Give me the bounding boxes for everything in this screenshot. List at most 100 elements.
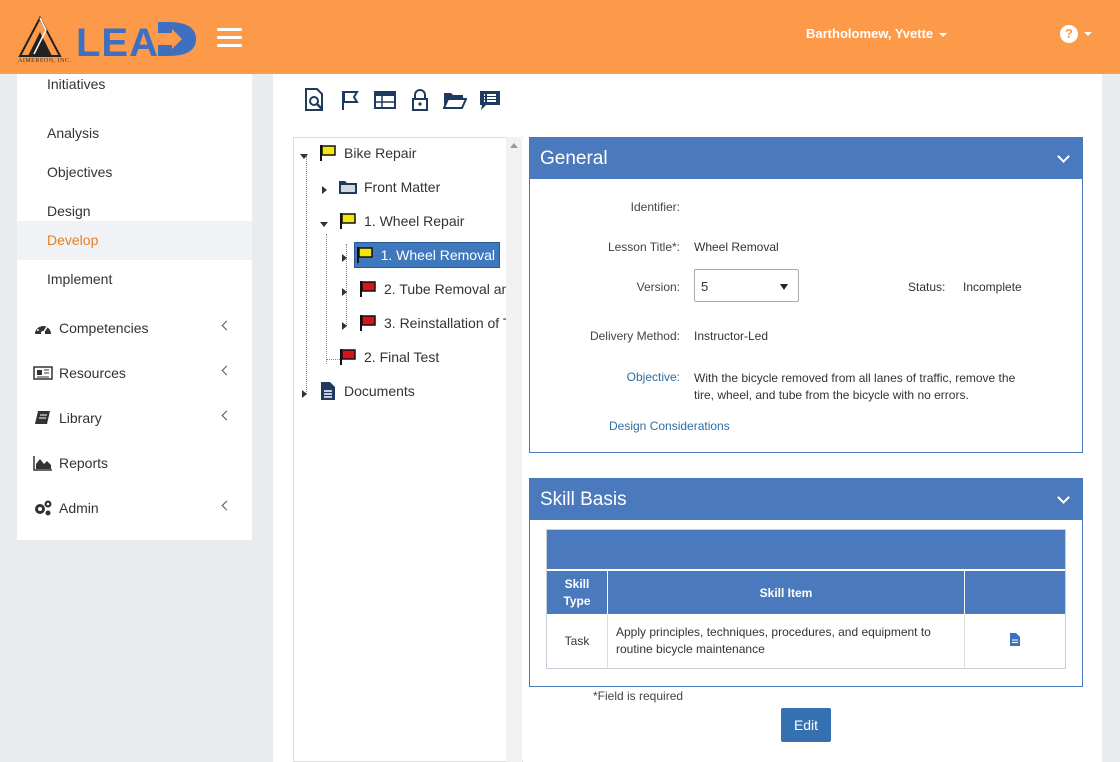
tree-node-bike-repair[interactable]: Bike Repair bbox=[318, 140, 416, 166]
tree-node-front-matter[interactable]: Front Matter bbox=[338, 174, 440, 200]
tree-expand-toggle[interactable] bbox=[322, 186, 327, 194]
sidebar-item-label: Library bbox=[59, 410, 102, 426]
sidebar-item-develop[interactable]: Develop bbox=[17, 221, 252, 260]
user-name: Bartholomew, Yvette bbox=[806, 26, 934, 41]
tree-node-wheel-removal[interactable]: 1. Wheel Removal bbox=[354, 242, 500, 268]
table-row[interactable]: Task Apply principles, techniques, proce… bbox=[547, 614, 1065, 668]
tree-expand-toggle[interactable] bbox=[302, 390, 307, 398]
sidebar-item-label: Design bbox=[47, 203, 91, 219]
tree-guide-line bbox=[326, 234, 327, 364]
document-icon bbox=[318, 381, 338, 401]
tree-expand-toggle[interactable] bbox=[342, 288, 347, 296]
hamburger-line bbox=[217, 36, 242, 39]
sidebar-item-library[interactable]: Library bbox=[17, 398, 252, 438]
user-menu[interactable]: Bartholomew, Yvette bbox=[806, 26, 948, 41]
help-menu[interactable]: ? bbox=[1060, 25, 1092, 43]
sidebar-item-label: Resources bbox=[59, 365, 126, 381]
edit-button[interactable]: Edit bbox=[781, 708, 831, 742]
cogs-icon bbox=[33, 499, 53, 517]
sidebar-item-reports[interactable]: Reports bbox=[17, 443, 252, 483]
chevron-down-icon[interactable] bbox=[1057, 150, 1070, 163]
tree-expand-toggle[interactable] bbox=[342, 254, 347, 262]
skill-item-text: routine bicycle maintenance bbox=[616, 642, 765, 656]
chevron-down-icon[interactable] bbox=[1057, 491, 1070, 504]
sidebar-item-admin[interactable]: Admin bbox=[17, 488, 252, 528]
tree-node-label: Front Matter bbox=[364, 179, 441, 195]
sidebar-item-implement[interactable]: Implement bbox=[17, 260, 252, 299]
course-tree: Bike Repair Front Matter 1. Wheel Repair… bbox=[293, 137, 523, 762]
sidebar-item-competencies[interactable]: Competencies bbox=[17, 308, 252, 348]
file-text-icon[interactable] bbox=[1010, 633, 1020, 649]
objective-value: With the bicycle removed from all lanes … bbox=[694, 370, 1015, 404]
menu-toggle-button[interactable] bbox=[217, 28, 242, 48]
version-select[interactable]: 5 bbox=[694, 269, 799, 302]
skill-item-text: Apply principles, techniques, procedures… bbox=[616, 625, 931, 639]
book-icon bbox=[33, 409, 53, 427]
folder-open-icon[interactable] bbox=[443, 88, 467, 112]
dropdown-arrow-icon bbox=[780, 284, 788, 290]
panel-title: Skill Basis bbox=[540, 489, 627, 510]
help-icon: ? bbox=[1060, 25, 1078, 43]
scroll-up-arrow-icon[interactable] bbox=[510, 143, 518, 148]
design-considerations-link[interactable]: Design Considerations bbox=[609, 419, 730, 433]
tree-node-documents[interactable]: Documents bbox=[318, 378, 415, 404]
objective-text-line: With the bicycle removed from all lanes … bbox=[694, 371, 1016, 385]
sidebar-item-label: Competencies bbox=[59, 320, 149, 336]
skill-table-header: Skill Type Skill Item bbox=[547, 571, 1065, 614]
red-flag-icon bbox=[338, 347, 358, 367]
tree-node-label: 1. Wheel Repair bbox=[364, 213, 465, 229]
svg-text:LEA: LEA bbox=[76, 21, 159, 65]
sidebar-item-label: Analysis bbox=[47, 125, 100, 141]
hamburger-line bbox=[217, 44, 242, 47]
yellow-flag-icon bbox=[338, 211, 358, 231]
skill-table-toolbar bbox=[547, 530, 1065, 571]
column-header-skill-item[interactable]: Skill Item bbox=[608, 571, 965, 614]
tree-node-label: Documents bbox=[344, 383, 415, 399]
tree-node-tube-removal[interactable]: 2. Tube Removal an bbox=[358, 276, 509, 302]
flag-icon[interactable] bbox=[338, 88, 362, 112]
search-document-icon[interactable] bbox=[303, 88, 327, 112]
tree-expand-toggle[interactable] bbox=[342, 322, 347, 330]
panel-title: General bbox=[540, 148, 608, 169]
tree-collapse-toggle[interactable] bbox=[300, 154, 308, 159]
tree-node-label: Bike Repair bbox=[344, 145, 417, 161]
comment-list-icon[interactable] bbox=[478, 88, 502, 112]
yellow-flag-icon bbox=[355, 245, 375, 265]
lock-icon[interactable] bbox=[408, 88, 432, 112]
tree-collapse-toggle[interactable] bbox=[320, 222, 328, 227]
tree-node-final-test[interactable]: 2. Final Test bbox=[338, 344, 439, 370]
sidebar-item-initiatives[interactable]: Initiatives bbox=[17, 74, 252, 113]
tree-node-reinstallation[interactable]: 3. Reinstallation of T bbox=[358, 310, 511, 336]
skill-table: Skill Type Skill Item Task Apply princip… bbox=[546, 529, 1066, 669]
tree-guide-line bbox=[306, 156, 307, 394]
sidebar-item-objectives[interactable]: Objectives bbox=[17, 152, 252, 191]
general-panel-header[interactable]: General bbox=[530, 138, 1082, 179]
tree-node-label: 3. Reinstallation of T bbox=[384, 315, 512, 331]
status-label: Status: bbox=[908, 280, 946, 294]
toolbar bbox=[303, 88, 502, 112]
table-icon[interactable] bbox=[373, 88, 397, 112]
red-flag-icon bbox=[358, 279, 378, 299]
version-label: Version: bbox=[636, 280, 680, 294]
column-header-skill-type[interactable]: Skill Type bbox=[547, 571, 608, 614]
delivery-method-value: Instructor-Led bbox=[694, 329, 769, 343]
chevron-left-icon bbox=[221, 500, 232, 511]
sidebar-item-analysis[interactable]: Analysis bbox=[17, 113, 252, 152]
tree-node-label: 2. Tube Removal an bbox=[384, 281, 510, 297]
sidebar-item-resources[interactable]: Resources bbox=[17, 353, 252, 393]
objective-link[interactable]: Objective: bbox=[530, 370, 680, 384]
tree-node-wheel-repair[interactable]: 1. Wheel Repair bbox=[338, 208, 464, 234]
skill-basis-panel-header[interactable]: Skill Basis bbox=[530, 479, 1082, 520]
logo-subtext: AIMEREON, INC. bbox=[18, 58, 72, 64]
sidebar-item-label: Implement bbox=[47, 271, 113, 287]
tree-scrollbar[interactable] bbox=[506, 137, 522, 762]
version-selected-value: 5 bbox=[701, 279, 709, 294]
skill-type-cell: Task bbox=[547, 614, 608, 668]
objective-text-line: tire, wheel, and tube from the bicycle w… bbox=[694, 388, 969, 402]
tree-node-label: 1. Wheel Removal bbox=[380, 247, 495, 263]
caret-down-icon bbox=[1084, 31, 1092, 36]
hamburger-line bbox=[217, 28, 242, 31]
chevron-left-icon bbox=[221, 365, 232, 376]
status-value: Incomplete bbox=[963, 280, 1022, 294]
column-header-text: Type bbox=[563, 593, 591, 608]
